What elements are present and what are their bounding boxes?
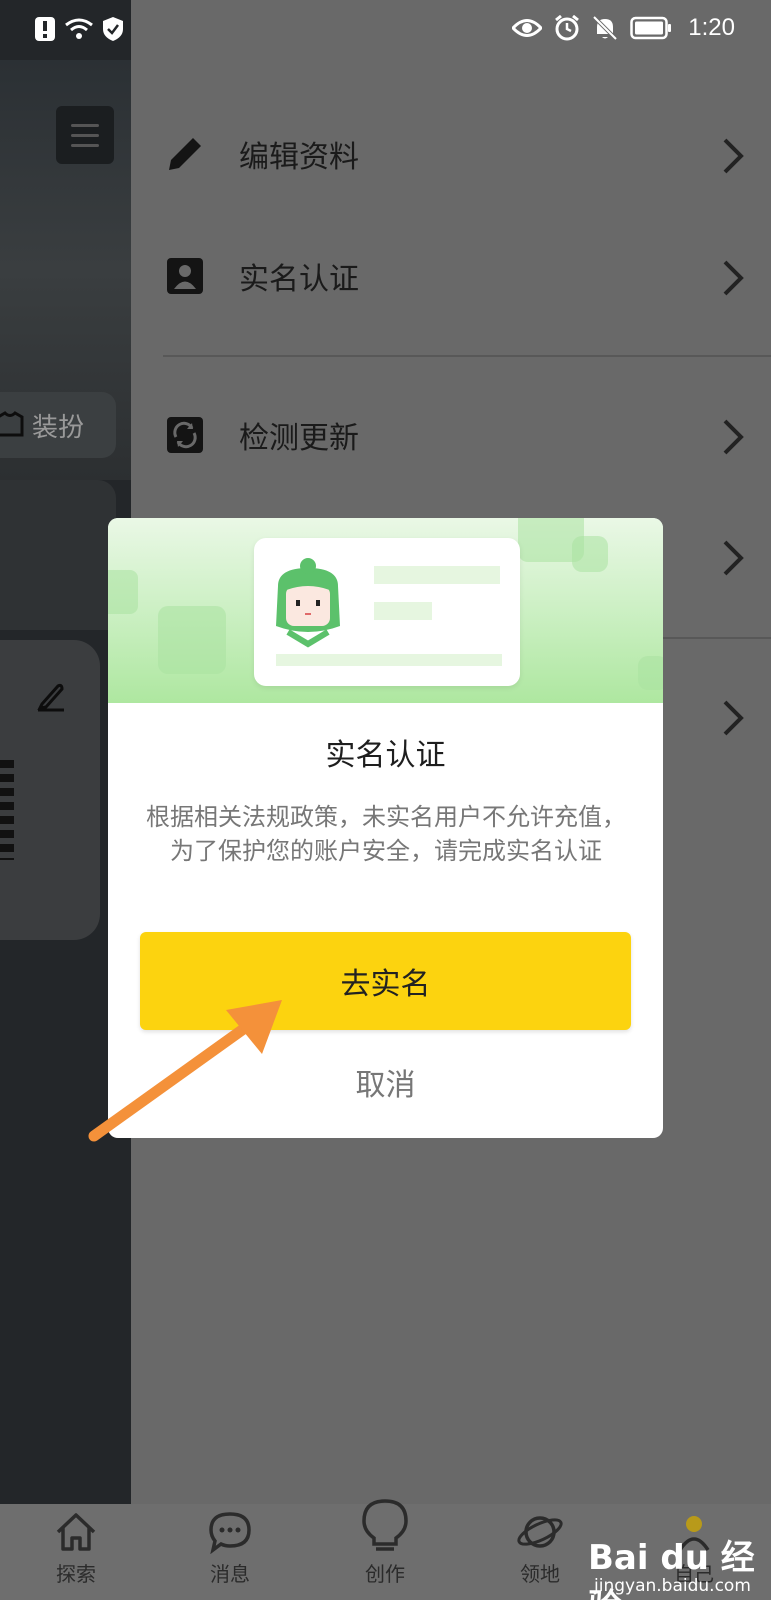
chat-icon (209, 1512, 251, 1554)
shield-icon (103, 17, 123, 41)
dress-up-button[interactable]: 装扮 (0, 392, 116, 458)
id-card-icon (165, 256, 205, 296)
profile-card (0, 480, 116, 630)
pencil-icon (165, 134, 205, 174)
alarm-icon (555, 15, 580, 41)
annotation-arrow-icon (88, 1000, 282, 1142)
id-card-illustration (254, 538, 520, 686)
status-bar: 1:20 (0, 0, 771, 58)
wifi-icon (65, 18, 93, 39)
nav-label: 创作 (365, 1562, 405, 1586)
dialog-banner (108, 518, 663, 703)
notification-alert-icon (35, 17, 55, 41)
nav-label: 探索 (56, 1562, 96, 1586)
home-icon (56, 1513, 96, 1551)
chevron-right-icon[interactable] (721, 698, 745, 738)
settings-item-check-update[interactable]: 检测更新 (165, 395, 745, 475)
baidu-watermark: Bai du 经验 jingyan.baidu.com (588, 1510, 758, 1600)
settings-item-edit-profile[interactable]: 编辑资料 (165, 114, 745, 194)
edit-signature-icon[interactable] (34, 680, 68, 714)
settings-item-label: 编辑资料 (239, 140, 359, 175)
battery-icon (630, 16, 672, 40)
shirt-icon (0, 411, 24, 437)
refresh-icon (165, 415, 205, 455)
nav-create[interactable]: 创作 (335, 1498, 435, 1587)
mute-bell-icon (592, 15, 618, 41)
settings-item-label: 实名认证 (239, 262, 359, 297)
nav-messages[interactable]: 消息 (180, 1510, 280, 1587)
chevron-right-icon (723, 138, 744, 174)
lightbulb-icon (362, 1499, 408, 1551)
nav-label: 消息 (210, 1562, 250, 1586)
mascot-icon (276, 558, 340, 648)
watermark-site: jingyan.baidu.com (594, 1576, 751, 1596)
menu-button[interactable] (56, 106, 114, 164)
nav-label: 领地 (520, 1562, 560, 1586)
settings-item-label: 检测更新 (239, 421, 359, 456)
dialog-title: 实名认证 (325, 738, 446, 773)
settings-item-real-name[interactable]: 实名认证 (165, 236, 745, 316)
dress-up-label: 装扮 (32, 412, 85, 443)
signature-card (0, 640, 100, 940)
divider (163, 355, 771, 357)
eye-icon (512, 19, 543, 37)
status-time: 1:20 (688, 14, 735, 41)
dialog-message: 根据相关法规政策，未实名用户不允许充值，为了保护您的账户安全，请完成实名认证 (146, 803, 626, 865)
planet-icon (517, 1516, 563, 1548)
chevron-right-icon[interactable] (721, 538, 745, 578)
chevron-right-icon (723, 419, 744, 455)
nav-territory[interactable]: 领地 (490, 1510, 590, 1587)
chevron-right-icon (723, 260, 744, 296)
nav-explore[interactable]: 探索 (26, 1510, 126, 1587)
qr-code[interactable] (0, 760, 14, 860)
